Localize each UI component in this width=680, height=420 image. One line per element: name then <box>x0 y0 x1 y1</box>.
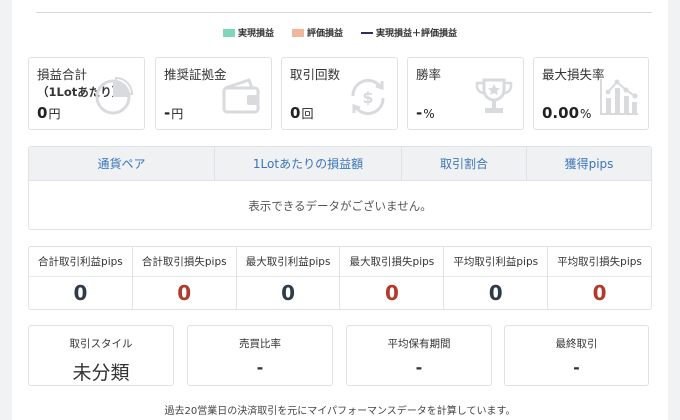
column-header-pnl-per-lot[interactable]: 1Lotあたりの損益額 <box>215 147 402 180</box>
bar-chart-icon <box>600 79 638 115</box>
stat-value: -% <box>416 104 435 122</box>
stat-value: 0回 <box>290 104 314 122</box>
stat-card-pnl: 損益合計 （1Lotあたり） 0円 <box>28 57 145 130</box>
empty-message: 表示できるデータがございません。 <box>248 198 432 213</box>
pips-cell-avg-loss: 平均取引損失pips 0 <box>548 247 651 309</box>
card-value: - <box>415 358 423 377</box>
pips-value: 0 <box>488 281 503 305</box>
currency-pair-table: 通貨ペア 1Lotあたりの損益額 取引割合 獲得pips 表示できるデータがござ… <box>28 146 652 230</box>
pie-chart-icon <box>95 76 134 115</box>
stat-label: 取引回数 <box>290 67 341 82</box>
stat-value: 0円 <box>37 104 61 122</box>
chart-bottom-border <box>36 12 652 13</box>
card-label: 取引スタイル <box>69 338 133 350</box>
pips-label: 合計取引利益pips <box>29 247 132 277</box>
legend-label-realized: 実現損益 <box>237 29 274 39</box>
legend-item-realized: 実現損益 <box>222 26 274 39</box>
stat-card-drawdown: 最大損失率 0.00% <box>533 57 649 130</box>
pips-cell-avg-profit: 平均取引利益pips 0 <box>444 247 549 309</box>
stat-card-winrate: 勝率 -% <box>407 57 524 130</box>
pips-cell-total-loss: 合計取引損失pips 0 <box>132 247 237 309</box>
stat-card-trades: 取引回数 $ 0回 <box>281 57 398 130</box>
pips-label: 最大取引利益pips <box>236 247 340 277</box>
pips-summary-grid: 合計取引利益pips 0 合計取引損失pips 0 最大取引利益pips 0 最… <box>28 246 652 310</box>
card-value: - <box>573 358 580 377</box>
pips-cell-total-profit: 合計取引利益pips 0 <box>29 247 133 309</box>
column-header-trade-ratio[interactable]: 取引割合 <box>402 147 527 180</box>
card-label: 最終取引 <box>555 338 598 350</box>
stat-label: 損益合計 <box>37 67 88 82</box>
pips-label: 平均取引利益pips <box>444 247 548 277</box>
table-header: 通貨ペア 1Lotあたりの損益額 取引割合 獲得pips <box>29 147 651 181</box>
legend-swatch-unrealized <box>291 28 304 37</box>
stat-value: -円 <box>164 104 184 122</box>
legend-label-unrealized: 評価損益 <box>306 29 343 39</box>
column-header-pips[interactable]: 獲得pips <box>527 147 651 180</box>
pips-label: 平均取引損失pips <box>548 247 651 277</box>
card-label: 売買比率 <box>239 338 281 350</box>
pips-value: 0 <box>592 281 607 305</box>
stat-card-margin: 推奨証拠金 -円 <box>155 57 272 130</box>
column-header-currency-pair[interactable]: 通貨ペア <box>29 147 215 180</box>
stat-label: 勝率 <box>416 67 442 82</box>
pips-cell-max-profit: 最大取引利益pips 0 <box>236 247 341 309</box>
legend-swatch-realized <box>222 28 235 37</box>
card-label: 平均保有期間 <box>387 338 451 350</box>
stat-label: 推奨証拠金 <box>164 67 227 82</box>
legend-label-combined: 実現損益＋評価損益 <box>376 29 458 39</box>
footer-note: 過去20営業日の決済取引を元にマイパフォーマンスデータを計算しています。 <box>164 406 516 417</box>
card-average-holding-period: 平均保有期間 - <box>346 325 492 386</box>
currency-cycle-icon: $ <box>351 78 385 116</box>
pips-value: 0 <box>281 281 296 305</box>
card-last-trade: 最終取引 - <box>504 325 649 386</box>
card-value: - <box>256 358 264 377</box>
legend-item-unrealized: 評価損益 <box>291 26 343 39</box>
chart-legend: 実現損益 評価損益 実現損益＋評価損益 <box>0 26 680 39</box>
legend-swatch-combined <box>361 31 373 34</box>
wallet-icon <box>222 78 260 114</box>
trophy-icon <box>475 78 513 113</box>
pips-label: 最大取引損失pips <box>340 247 444 277</box>
card-buy-sell-ratio: 売買比率 - <box>187 325 333 386</box>
pips-cell-max-loss: 最大取引損失pips 0 <box>340 247 445 309</box>
pips-value: 0 <box>73 281 88 305</box>
stat-value: 0.00% <box>542 104 592 122</box>
legend-item-combined: 実現損益＋評価損益 <box>361 26 457 39</box>
pips-label: 合計取引損失pips <box>132 247 236 277</box>
svg-text:$: $ <box>362 88 373 107</box>
pips-value: 0 <box>177 281 192 305</box>
card-trade-style: 取引スタイル 未分類 <box>28 325 174 386</box>
pips-value: 0 <box>384 281 399 305</box>
card-value: 未分類 <box>72 362 130 384</box>
